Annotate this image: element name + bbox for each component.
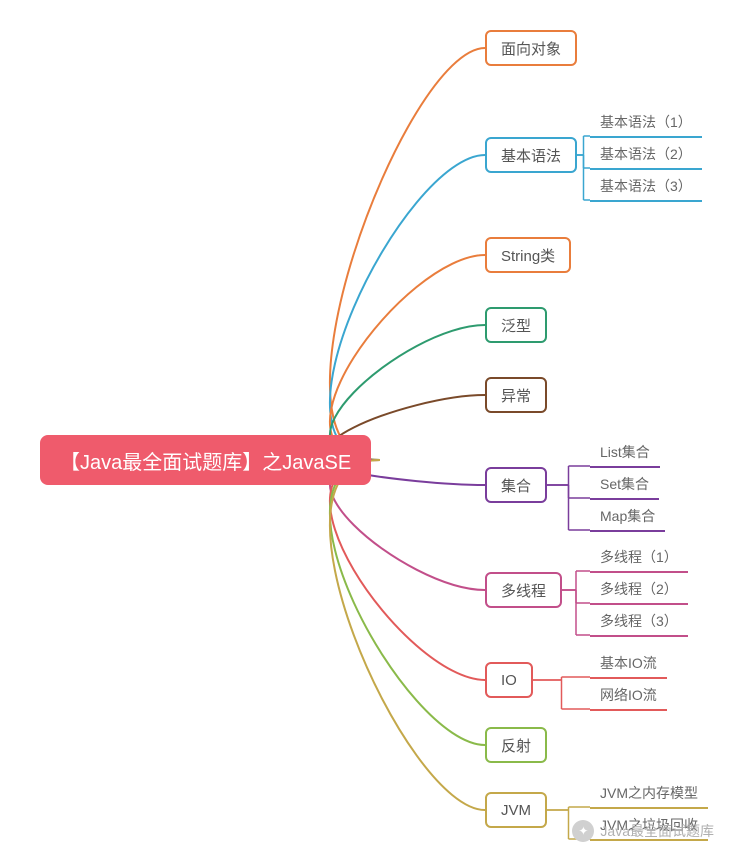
leaf-io-1[interactable]: 网络IO流 xyxy=(590,681,667,711)
branch-io[interactable]: IO xyxy=(485,662,533,698)
branch-reflect[interactable]: 反射 xyxy=(485,727,547,763)
leaf-thread-0[interactable]: 多线程（1） xyxy=(590,543,688,573)
branch-jvm[interactable]: JVM xyxy=(485,792,547,828)
branch-thread[interactable]: 多线程 xyxy=(485,572,562,608)
leaf-thread-1[interactable]: 多线程（2） xyxy=(590,575,688,605)
leaf-coll-2[interactable]: Map集合 xyxy=(590,502,665,532)
branch-string[interactable]: String类 xyxy=(485,237,571,273)
branch-coll[interactable]: 集合 xyxy=(485,467,547,503)
branch-generic[interactable]: 泛型 xyxy=(485,307,547,343)
leaf-syntax-2[interactable]: 基本语法（3） xyxy=(590,172,702,202)
leaf-jvm-0[interactable]: JVM之内存模型 xyxy=(590,779,708,809)
leaf-thread-2[interactable]: 多线程（3） xyxy=(590,607,688,637)
watermark-text: Java最全面试题库 xyxy=(600,821,714,841)
leaf-syntax-0[interactable]: 基本语法（1） xyxy=(590,108,702,138)
root-node[interactable]: 【Java最全面试题库】之JavaSE xyxy=(40,435,371,485)
leaf-coll-1[interactable]: Set集合 xyxy=(590,470,659,500)
wechat-icon: ✦ xyxy=(572,820,594,842)
watermark: ✦ Java最全面试题库 xyxy=(572,820,714,842)
leaf-io-0[interactable]: 基本IO流 xyxy=(590,649,667,679)
branch-syntax[interactable]: 基本语法 xyxy=(485,137,577,173)
branch-except[interactable]: 异常 xyxy=(485,377,547,413)
branch-oo[interactable]: 面向对象 xyxy=(485,30,577,66)
leaf-syntax-1[interactable]: 基本语法（2） xyxy=(590,140,702,170)
leaf-coll-0[interactable]: List集合 xyxy=(590,438,660,468)
